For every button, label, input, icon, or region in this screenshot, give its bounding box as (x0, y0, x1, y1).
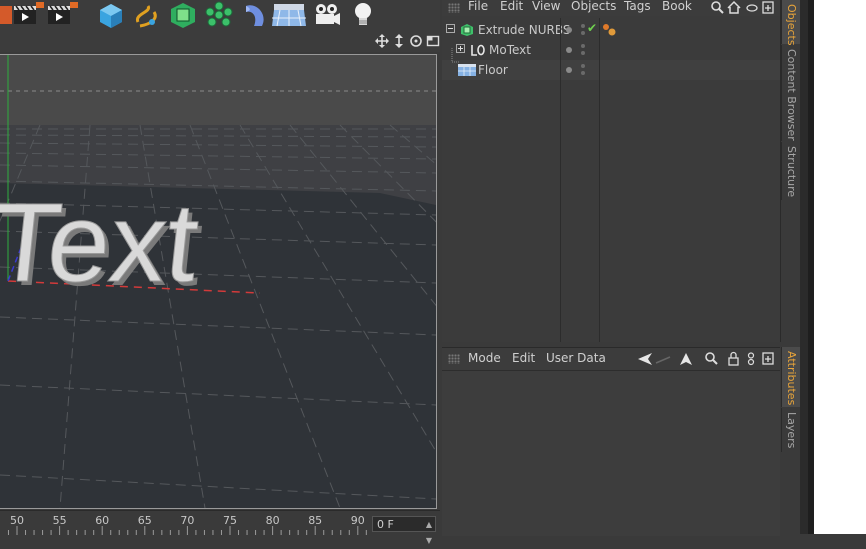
enabled-check-icon[interactable]: ✔ (587, 18, 597, 38)
object-row-motext[interactable]: MoText (442, 40, 780, 60)
render-visibility-dot[interactable] (581, 44, 585, 48)
search-icon (705, 352, 718, 365)
side-tabs-filler (781, 452, 801, 534)
editor-visibility-dot[interactable] (566, 47, 572, 53)
menu-edit[interactable]: Edit (512, 351, 535, 365)
spline-pen-icon[interactable] (130, 0, 164, 30)
timeline-ruler[interactable]: 50 55 60 65 70 75 80 85 90 0 F ▲ ▼ (0, 510, 440, 545)
current-frame-field[interactable]: 0 F ▲ ▼ (372, 516, 436, 545)
main-toolbar (0, 0, 440, 33)
attribute-manager-menubar: Mode Edit User Data (442, 348, 780, 370)
back-arrow-icon (638, 353, 652, 365)
editor-visibility-dot[interactable] (566, 67, 572, 73)
render-visibility-dot[interactable] (581, 51, 585, 55)
viewport-header (0, 32, 440, 52)
extrude-nurbs-icon (461, 24, 473, 36)
frame-spinner-icon[interactable]: ▲ ▼ (426, 517, 432, 549)
link-icon (747, 352, 755, 366)
object-name[interactable]: MoText (489, 40, 531, 60)
ruler-label: 70 (180, 514, 194, 527)
ruler-ticks: 50 55 60 65 70 75 80 85 90 (7, 514, 367, 535)
phong-tag-icon[interactable] (602, 23, 618, 37)
ruler-label: 90 (351, 514, 365, 527)
toggle-layout-icon[interactable] (426, 34, 440, 48)
panel-grip-icon[interactable] (448, 354, 460, 364)
menu-edit[interactable]: Edit (500, 0, 523, 13)
object-name[interactable]: Extrude NURBS (478, 20, 570, 40)
frame-value: 0 F (377, 518, 394, 531)
viewport-text-label: Text (0, 179, 204, 305)
object-row-floor[interactable]: Floor (442, 48, 780, 80)
deformer-icon[interactable] (238, 0, 272, 30)
up-arrow-icon (680, 353, 692, 365)
menu-book[interactable]: Book (662, 0, 692, 13)
attribute-manager: Mode Edit User Data (442, 347, 780, 536)
tab-attributes-label: Attributes (785, 351, 798, 406)
menu-user-data[interactable]: User Data (546, 351, 606, 365)
eye-icon (746, 4, 758, 12)
new-panel-icon (762, 352, 774, 365)
3d-viewport[interactable]: Text Text (0, 54, 437, 509)
column-divider[interactable] (560, 18, 561, 342)
rotate-view-icon[interactable] (409, 34, 423, 48)
camera-icon[interactable] (310, 0, 344, 30)
ruler-label: 50 (10, 514, 24, 527)
editor-visibility-dot[interactable] (566, 27, 572, 33)
panel-grip-icon[interactable] (448, 3, 460, 13)
render-to-picture-viewer-icon[interactable] (46, 0, 80, 30)
forward-arrow-icon (655, 356, 671, 364)
ruler-label: 80 (266, 514, 280, 527)
zoom-view-icon[interactable] (392, 34, 406, 48)
object-row-extrude-nurbs[interactable]: Extrude NURBS ✔ (442, 20, 780, 40)
tab-content-browser-label: Content Browser (785, 49, 798, 141)
nurbs-icon[interactable] (166, 0, 200, 30)
tab-attributes[interactable]: Attributes (781, 347, 801, 407)
light-bulb-icon[interactable] (346, 0, 380, 30)
menu-mode[interactable]: Mode (468, 351, 501, 365)
ruler-label: 55 (53, 514, 67, 527)
render-visibility-dot[interactable] (581, 71, 585, 75)
tab-objects[interactable]: Objects (781, 0, 801, 46)
ruler-label: 60 (95, 514, 109, 527)
panel-splitter[interactable] (800, 0, 808, 534)
menu-view[interactable]: View (532, 0, 560, 13)
lock-icon (728, 351, 739, 366)
render-visibility-dot[interactable] (581, 31, 585, 35)
new-panel-icon (762, 1, 774, 14)
extruded-text-object[interactable]: Text Text (0, 179, 208, 309)
tab-content-browser[interactable]: Content Browser (781, 45, 801, 141)
ruler-label: 65 (138, 514, 152, 527)
object-manager: File Edit View Objects Tags Book Extrude… (442, 0, 781, 342)
side-tabs-filler (781, 200, 801, 346)
collapse-icon[interactable] (446, 24, 458, 36)
column-divider[interactable] (599, 18, 600, 342)
move-view-icon[interactable] (375, 34, 389, 48)
render-view-icon[interactable] (12, 0, 46, 30)
object-name[interactable]: Floor (478, 60, 508, 80)
tab-structure-label: Structure (785, 146, 798, 198)
menu-tags[interactable]: Tags (624, 0, 651, 13)
home-icon (727, 0, 741, 14)
tab-objects-label: Objects (785, 4, 798, 46)
cube-primitive-icon[interactable] (94, 0, 128, 30)
attribute-manager-body (442, 370, 780, 536)
tab-structure[interactable]: Structure (781, 142, 801, 200)
motext-icon (471, 44, 485, 56)
ruler-label: 85 (308, 514, 322, 527)
render-visibility-dot[interactable] (581, 64, 585, 68)
tab-layers-label: Layers (785, 412, 798, 449)
desktop-background (814, 0, 866, 534)
object-manager-menubar: File Edit View Objects Tags Book (442, 0, 780, 16)
mograph-cloner-icon[interactable] (202, 0, 236, 30)
menu-objects[interactable]: Objects (571, 0, 616, 13)
floor-scene-icon[interactable] (272, 0, 306, 30)
ruler-label: 75 (223, 514, 237, 527)
viewport-navigation (375, 34, 440, 48)
tab-layers[interactable]: Layers (781, 408, 801, 452)
render-visibility-dot[interactable] (581, 24, 585, 28)
floor-icon (458, 64, 476, 76)
search-icon (711, 1, 724, 14)
menu-file[interactable]: File (468, 0, 488, 13)
